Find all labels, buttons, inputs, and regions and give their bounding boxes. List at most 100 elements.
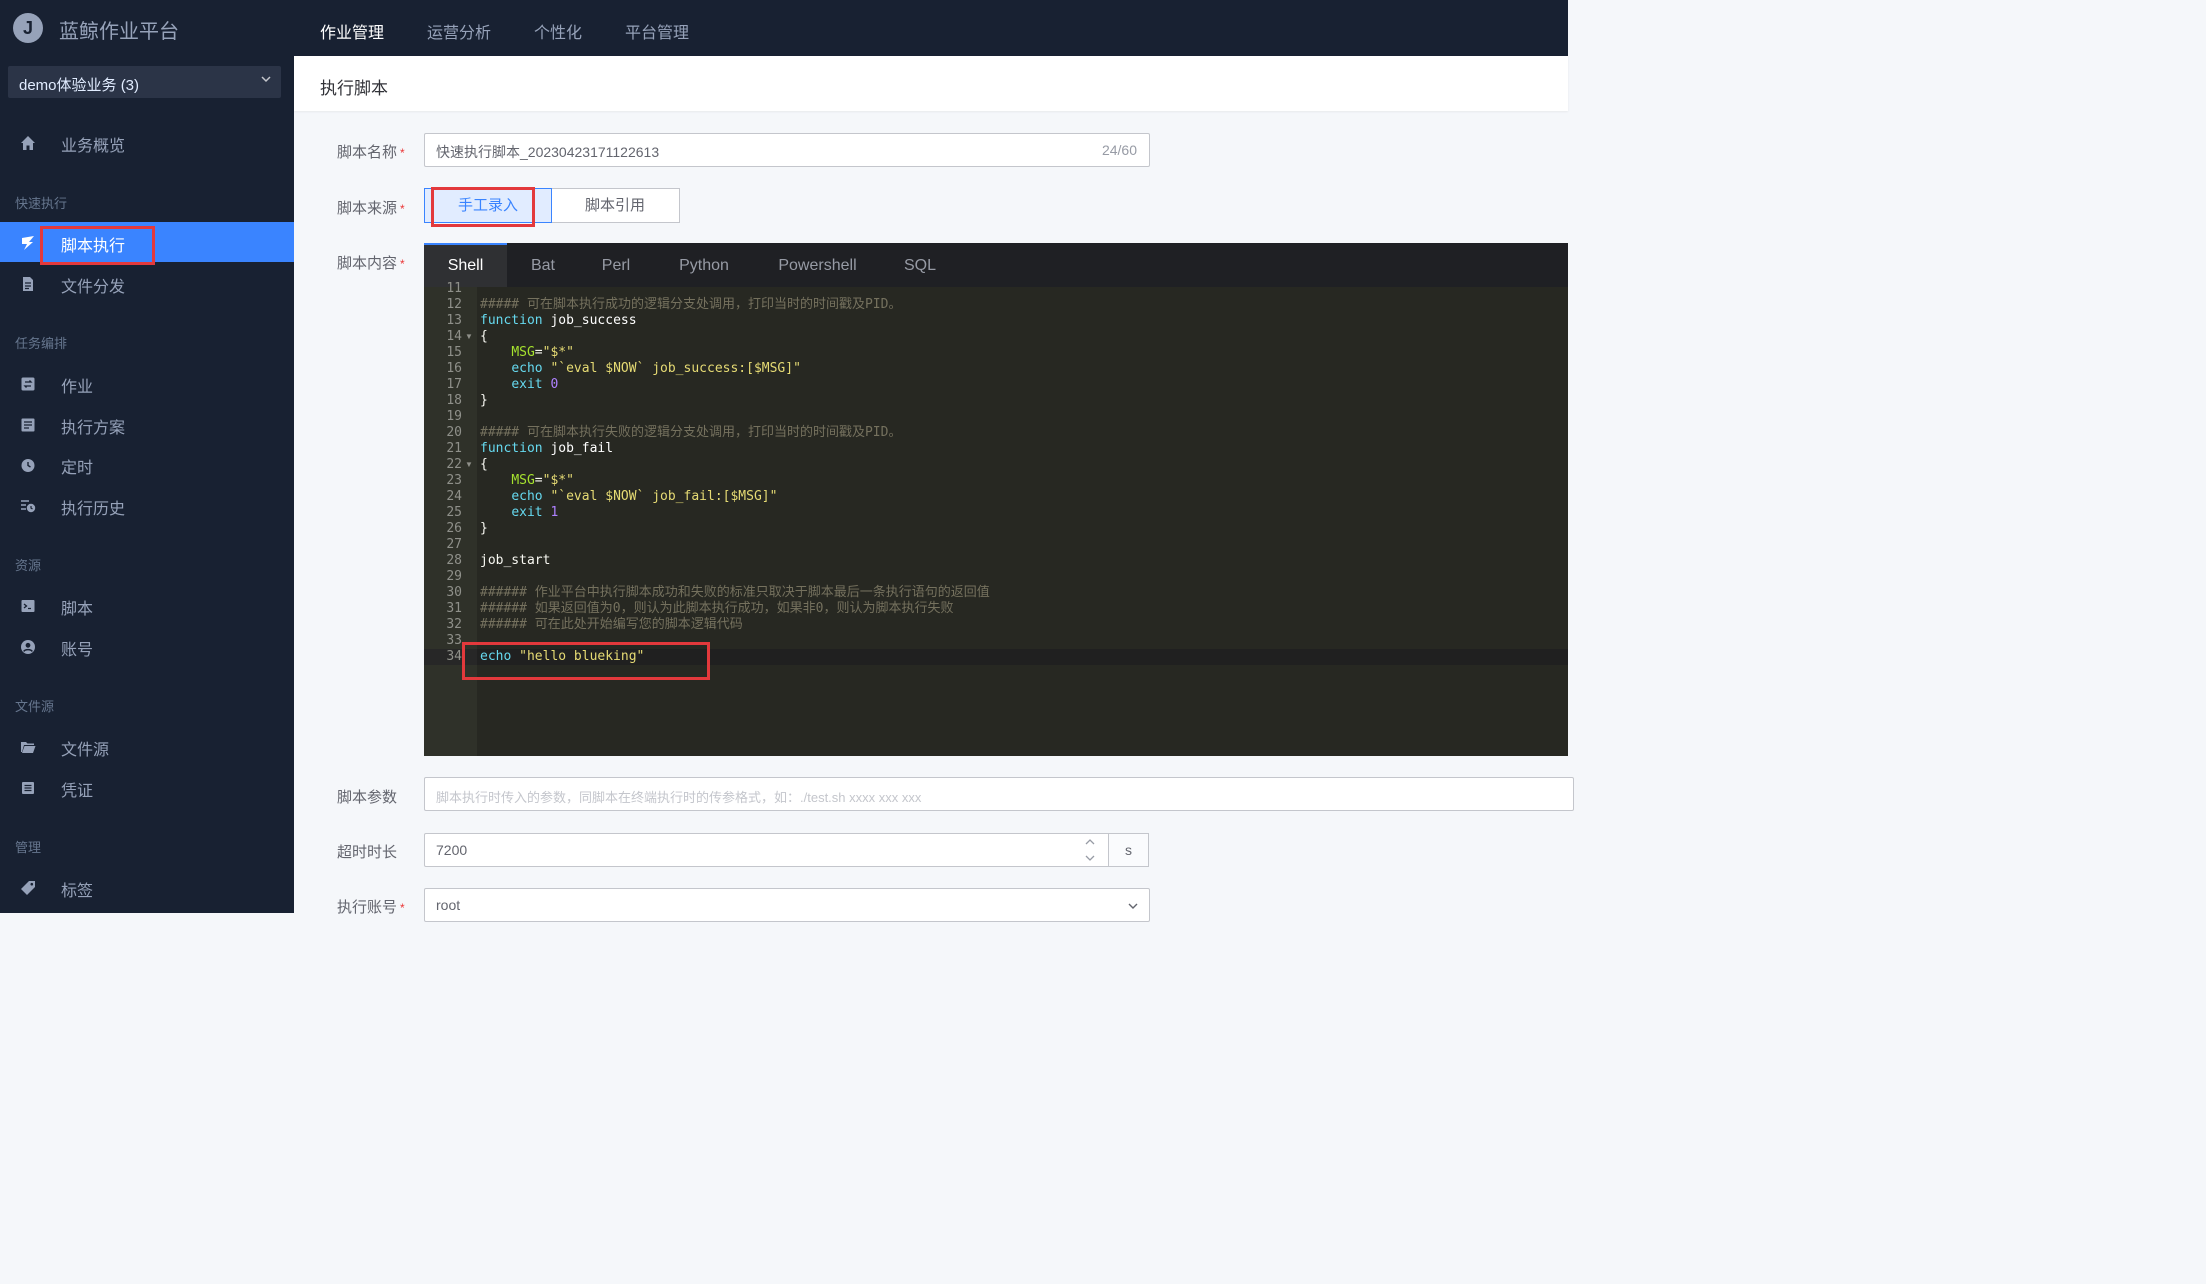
required-mark: * <box>400 146 405 160</box>
code-line[interactable]: ##### 可在脚本执行失败的逻辑分支处调用，打印当时的时间戳及PID。 <box>480 425 901 441</box>
logo-letter: J <box>22 18 33 38</box>
sidebar-item-history[interactable]: 执行历史 <box>0 485 294 525</box>
business-select[interactable]: demo体验业务 (3) <box>8 66 281 98</box>
source-reference-button[interactable]: 脚本引用 <box>551 188 680 223</box>
sidebar-item-plan[interactable]: 执行方案 <box>0 404 294 444</box>
code-line[interactable]: echo "hello blueking" <box>480 649 644 665</box>
script-name-input[interactable]: 快速执行脚本_20230423171122613 24/60 <box>424 133 1150 167</box>
plan-icon <box>21 418 35 432</box>
sidebar-item-label: 文件源 <box>61 742 110 759</box>
code-line[interactable]: job_start <box>480 553 550 569</box>
sidebar-item-label: 业务概览 <box>61 138 126 155</box>
sidebar-item-tag[interactable]: 标签 <box>0 867 294 907</box>
exec-account-label: 执行账号 * <box>337 896 405 917</box>
top-bar: J 蓝鲸作业平台 作业管理 运营分析 个性化 平台管理 <box>0 0 1568 56</box>
sidebar-item-label: 执行历史 <box>61 501 126 518</box>
fold-arrow-icon[interactable]: ▼ <box>465 329 475 345</box>
line-number: 21 <box>446 441 462 456</box>
tab-bat[interactable]: Bat <box>507 243 579 287</box>
script-params-input[interactable]: 脚本执行时传入的参数，同脚本在终端执行时的传参格式，如：./test.sh xx… <box>424 777 1574 811</box>
line-number: 12 <box>446 297 462 312</box>
line-number: 25 <box>446 505 462 520</box>
nav-platform-management[interactable]: 平台管理 <box>625 19 689 43</box>
code-line[interactable]: exit 0 <box>480 377 558 393</box>
folder-icon <box>21 742 36 753</box>
code-line[interactable]: function job_fail <box>480 441 613 457</box>
app-title[interactable]: 蓝鲸作业平台 <box>59 15 179 44</box>
code-line[interactable]: echo "`eval $NOW` job_success:[$MSG]" <box>480 361 801 377</box>
line-number: 28 <box>446 553 462 568</box>
code-line[interactable]: } <box>480 521 488 537</box>
nav-personalization[interactable]: 个性化 <box>534 19 582 43</box>
code-line[interactable]: MSG="$*" <box>480 345 574 361</box>
user-circle-icon <box>21 640 35 654</box>
required-mark: * <box>400 901 405 915</box>
timeout-unit: s <box>1108 833 1149 867</box>
code-area[interactable]: ##### 可在脚本执行成功的逻辑分支处调用，打印当时的时间戳及PID。 func… <box>477 287 1568 756</box>
label-text: 脚本来源 <box>337 200 398 217</box>
label-text: 脚本名称 <box>337 144 398 161</box>
line-number: 34 <box>446 649 462 664</box>
sidebar-item-file-dist[interactable]: 文件分发 <box>0 263 294 303</box>
code-line[interactable]: ###### 作业平台中执行脚本成功和失败的标准只取决于脚本最后一条执行语句的返… <box>480 585 990 601</box>
chevron-down-icon <box>261 76 271 83</box>
fold-arrow-icon[interactable]: ▼ <box>465 457 475 473</box>
tab-powershell[interactable]: Powershell <box>755 243 880 287</box>
sidebar-item-ticket[interactable]: 凭证 <box>0 767 294 807</box>
code-line[interactable]: { <box>480 329 488 345</box>
sidebar-item-label: 定时 <box>61 460 94 477</box>
sidebar-item-label: 凭证 <box>61 783 94 800</box>
timeout-input[interactable]: 7200 <box>424 833 1110 867</box>
code-line[interactable]: { <box>480 457 488 473</box>
source-manual-button[interactable]: 手工录入 <box>424 188 552 223</box>
chevron-down-icon <box>1128 903 1138 909</box>
code-line[interactable]: ###### 如果返回值为0，则认为此脚本执行成功，如果非0，则认为脚本执行失败 <box>480 601 953 617</box>
sidebar-item-label: 执行方案 <box>61 420 126 437</box>
sidebar-item-cron[interactable]: 定时 <box>0 444 294 484</box>
code-line[interactable]: ###### 可在此处开始编写您的脚本逻辑代码 <box>480 617 743 633</box>
code-line[interactable]: function job_success <box>480 313 637 329</box>
tab-perl[interactable]: Perl <box>579 243 653 287</box>
sidebar-item-overview[interactable]: 业务概览 <box>0 122 294 162</box>
history-icon <box>21 500 36 513</box>
code-editor[interactable]: Shell Bat Perl Python Powershell SQL 11 1… <box>424 243 1568 756</box>
exec-account-select[interactable]: root <box>424 888 1150 922</box>
script-params-label: 脚本参数 <box>337 789 398 806</box>
sidebar-item-label: 作业 <box>61 379 94 396</box>
tab-python[interactable]: Python <box>653 243 755 287</box>
sidebar-item-file-source[interactable]: 文件源 <box>0 726 294 766</box>
line-number: 14 <box>446 329 462 344</box>
code-line[interactable]: MSG="$*" <box>480 473 574 489</box>
sidebar-item-job[interactable]: 作业 <box>0 363 294 403</box>
number-stepper-icon[interactable] <box>1071 834 1109 867</box>
terminal-icon <box>21 600 35 612</box>
script-source-label: 脚本来源 * <box>337 197 405 218</box>
page-title: 执行脚本 <box>320 79 388 98</box>
code-line[interactable]: } <box>480 393 488 409</box>
timeout-value: 7200 <box>436 842 468 858</box>
script-params-placeholder: 脚本执行时传入的参数，同脚本在终端执行时的传参格式，如：./test.sh xx… <box>436 790 922 805</box>
exec-account-value: root <box>436 897 461 913</box>
sidebar-item-script-exec[interactable]: 脚本执行 <box>0 222 294 262</box>
group-title-file-source: 文件源 <box>15 699 55 714</box>
tab-sql[interactable]: SQL <box>880 243 960 287</box>
language-tabs: Shell Bat Perl Python Powershell SQL <box>424 243 1568 287</box>
timeout-label: 超时时长 <box>337 844 398 861</box>
code-line[interactable]: echo "`eval $NOW` job_fail:[$MSG]" <box>480 489 777 505</box>
line-number: 19 <box>446 409 462 424</box>
line-number: 15 <box>446 345 462 360</box>
nav-operation-analysis[interactable]: 运营分析 <box>427 19 491 43</box>
line-number: 13 <box>446 313 462 328</box>
group-title-task: 任务编排 <box>15 336 68 351</box>
code-line[interactable]: exit 1 <box>480 505 558 521</box>
required-mark: * <box>400 257 405 271</box>
sidebar-item-account[interactable]: 账号 <box>0 626 294 666</box>
app-logo-icon[interactable]: J <box>13 13 43 43</box>
sidebar-item-script[interactable]: 脚本 <box>0 585 294 625</box>
nav-job-management[interactable]: 作业管理 <box>320 19 384 43</box>
top-nav: 作业管理 运营分析 个性化 平台管理 <box>320 19 732 43</box>
clock-icon <box>21 459 35 472</box>
line-number: 23 <box>446 473 462 488</box>
code-line[interactable]: ##### 可在脚本执行成功的逻辑分支处调用，打印当时的时间戳及PID。 <box>480 297 901 313</box>
script-name-value: 快速执行脚本_20230423171122613 <box>436 144 660 160</box>
